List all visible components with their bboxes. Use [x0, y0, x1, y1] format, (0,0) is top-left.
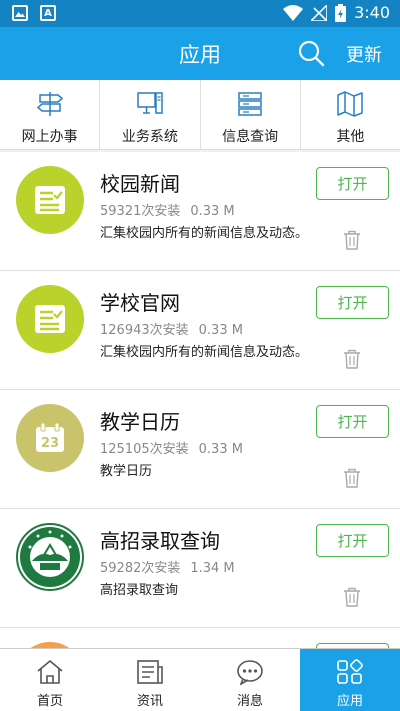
battery-charging-icon [335, 3, 347, 22]
app-size: 1.34 M [190, 561, 235, 576]
category-label: 其他 [336, 129, 365, 145]
trash-icon[interactable] [343, 468, 361, 488]
tab-label: 资讯 [136, 694, 163, 709]
news-doc-icon [35, 186, 65, 214]
app-logo [16, 523, 84, 591]
category-label: 业务系统 [121, 129, 178, 145]
tab-apps[interactable]: 应用 [300, 649, 400, 711]
category-online-services[interactable]: 网上办事 [0, 80, 101, 149]
trash-icon[interactable] [343, 349, 361, 369]
app-meta: 59321次安装 0.33 M [100, 200, 235, 219]
font-notification-icon: A [40, 5, 56, 21]
news-icon [137, 660, 163, 684]
svg-text:23: 23 [41, 436, 59, 451]
open-button[interactable]: 打开 [316, 405, 389, 438]
computer-icon [137, 92, 163, 114]
category-info-query[interactable]: 信息查询 [201, 80, 301, 149]
category-label: 信息查询 [222, 129, 279, 145]
app-list: 校园新闻 59321次安装 0.33 M 汇集校园内所有的新闻信息及动态。 打开 … [0, 152, 400, 658]
home-icon [37, 659, 63, 684]
bottom-tab-bar: 首页 资讯 消息 应用 [0, 648, 400, 711]
app-bar: 应用 更新 [0, 27, 400, 80]
trash-icon[interactable] [343, 587, 361, 607]
map-icon [337, 91, 364, 117]
image-notification-icon [12, 5, 28, 21]
category-business-systems[interactable]: 业务系统 [100, 80, 201, 149]
app-description: 汇集校园内所有的新闻信息及动态。 [100, 226, 309, 241]
install-count: 126943次安装 [100, 323, 189, 338]
list-item[interactable]: 23 教学日历 125105次安装 0.33 M 教学日历 打开 [0, 390, 400, 509]
list-item[interactable]: 学校官网 126943次安装 0.33 M 汇集校园内所有的新闻信息及动态。 打开 [0, 271, 400, 390]
app-description: 高招录取查询 [100, 583, 179, 598]
category-bar: 网上办事 业务系统 信息查询 其他 [0, 80, 400, 150]
app-meta: 59282次安装 1.34 M [100, 557, 235, 576]
search-icon[interactable] [297, 39, 325, 67]
category-label: 网上办事 [21, 129, 78, 145]
app-name: 学校官网 [100, 291, 180, 315]
install-count: 59321次安装 [100, 204, 181, 219]
tab-home[interactable]: 首页 [0, 649, 100, 711]
page-title: 应用 [179, 43, 221, 67]
app-name: 高招录取查询 [100, 529, 220, 553]
list-item[interactable]: 校园新闻 59321次安装 0.33 M 汇集校园内所有的新闻信息及动态。 打开 [0, 152, 400, 271]
update-button[interactable]: 更新 [346, 41, 382, 67]
app-meta: 125105次安装 0.33 M [100, 438, 243, 457]
trash-icon[interactable] [343, 230, 361, 250]
signpost-icon [36, 92, 63, 116]
app-name: 校园新闻 [100, 172, 180, 196]
tab-label: 首页 [36, 694, 63, 709]
calendar-icon: 23 [36, 422, 64, 452]
message-icon [237, 660, 263, 685]
app-logo [16, 166, 84, 234]
install-count: 59282次安装 [100, 561, 181, 576]
list-item[interactable]: 高招录取查询 59282次安装 1.34 M 高招录取查询 打开 [0, 509, 400, 628]
tab-messages[interactable]: 消息 [200, 649, 300, 711]
open-button[interactable]: 打开 [316, 524, 389, 557]
tab-label: 应用 [336, 694, 363, 709]
app-description: 教学日历 [100, 464, 153, 479]
clock: 3:40 [354, 3, 390, 22]
app-size: 0.33 M [190, 204, 235, 219]
app-description: 汇集校园内所有的新闻信息及动态。 [100, 345, 309, 360]
status-bar: A 3:40 [0, 0, 400, 27]
app-logo: 23 [16, 404, 84, 472]
open-button[interactable]: 打开 [316, 167, 389, 200]
category-other[interactable]: 其他 [301, 80, 400, 149]
tab-label: 消息 [236, 694, 263, 709]
app-logo [16, 285, 84, 353]
no-signal-icon [311, 4, 328, 21]
apps-icon [337, 659, 363, 684]
wifi-icon [283, 4, 304, 21]
server-icon [238, 92, 262, 116]
university-seal-icon [20, 527, 80, 587]
tab-news[interactable]: 资讯 [100, 649, 200, 711]
install-count: 125105次安装 [100, 442, 189, 457]
app-size: 0.33 M [198, 323, 243, 338]
app-name: 教学日历 [100, 410, 180, 434]
news-doc-icon [35, 305, 65, 333]
open-button[interactable]: 打开 [316, 286, 389, 319]
app-size: 0.33 M [198, 442, 243, 457]
app-meta: 126943次安装 0.33 M [100, 319, 243, 338]
